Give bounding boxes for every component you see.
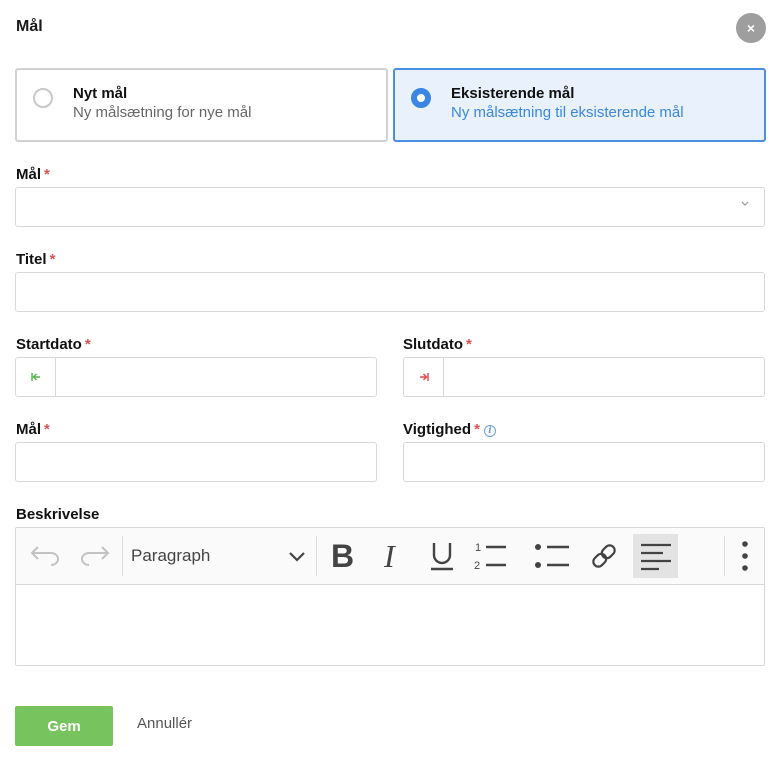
block-style-select[interactable]: Paragraph xyxy=(131,528,210,584)
svg-text:I: I xyxy=(383,541,396,571)
chevron-down-icon[interactable] xyxy=(284,528,310,584)
option-new-goal-subtitle: Ny målsætning for nye mål xyxy=(73,104,252,121)
editor-toolbar: Paragraph B I 12 xyxy=(16,528,764,585)
required-marker: * xyxy=(84,336,91,353)
required-marker: * xyxy=(49,251,56,268)
goal-select[interactable] xyxy=(15,187,765,227)
chevron-down-icon xyxy=(740,198,750,211)
target-input[interactable] xyxy=(15,442,377,482)
bold-icon[interactable]: B xyxy=(325,528,361,584)
info-icon[interactable]: i xyxy=(483,425,496,437)
numbered-list-icon[interactable]: 12 xyxy=(470,528,512,584)
cancel-button[interactable]: Annullér xyxy=(137,715,192,732)
link-icon[interactable] xyxy=(584,528,624,584)
dialog-title: Mål xyxy=(16,18,43,35)
arrow-to-start-icon xyxy=(16,358,56,396)
align-left-icon[interactable] xyxy=(633,534,678,578)
required-marker: * xyxy=(44,421,50,438)
toolbar-separator xyxy=(122,536,123,576)
target-label: Mål * xyxy=(16,421,50,438)
more-icon[interactable] xyxy=(732,528,758,584)
save-button[interactable]: Gem xyxy=(15,706,113,746)
bulleted-list-icon[interactable] xyxy=(530,528,574,584)
arrow-to-end-icon xyxy=(404,358,444,396)
description-input[interactable] xyxy=(16,585,764,665)
title-label: Titel * xyxy=(16,251,56,268)
toolbar-separator xyxy=(316,536,317,576)
undo-icon[interactable] xyxy=(28,528,62,584)
option-existing-goal-subtitle: Ny målsætning til eksisterende mål xyxy=(451,104,684,121)
description-label: Beskrivelse xyxy=(16,506,100,523)
underline-icon[interactable] xyxy=(424,528,460,584)
radio-existing-goal[interactable] xyxy=(411,88,431,108)
redo-icon[interactable] xyxy=(74,528,114,584)
required-marker: * xyxy=(44,166,50,183)
option-existing-goal-title: Eksisterende mål xyxy=(451,85,575,102)
end-date-input[interactable] xyxy=(403,357,765,397)
svg-text:2: 2 xyxy=(474,560,480,572)
end-date-label: Slutdato * xyxy=(403,336,472,353)
goal-select-label: Mål * xyxy=(16,166,50,183)
option-new-goal-title: Nyt mål xyxy=(73,85,128,102)
title-input[interactable] xyxy=(15,272,765,312)
italic-icon[interactable]: I xyxy=(376,528,410,584)
start-date-input[interactable] xyxy=(15,357,377,397)
svg-text:1: 1 xyxy=(475,542,481,554)
radio-new-goal[interactable] xyxy=(33,88,53,108)
option-existing-goal[interactable]: Eksisterende mål Ny målsætning til eksis… xyxy=(393,68,766,142)
svg-text:B: B xyxy=(331,541,354,571)
required-marker: * xyxy=(474,421,480,438)
option-new-goal[interactable]: Nyt mål Ny målsætning for nye mål xyxy=(15,68,388,142)
toolbar-separator xyxy=(724,536,725,576)
importance-input[interactable] xyxy=(403,442,765,482)
close-icon: × xyxy=(746,20,756,36)
description-editor: Paragraph B I 12 xyxy=(15,527,765,666)
start-date-label: Startdato * xyxy=(16,336,91,353)
importance-label: Vigtighed * i xyxy=(403,421,496,438)
required-marker: * xyxy=(466,336,472,353)
close-button[interactable]: × xyxy=(736,13,766,43)
